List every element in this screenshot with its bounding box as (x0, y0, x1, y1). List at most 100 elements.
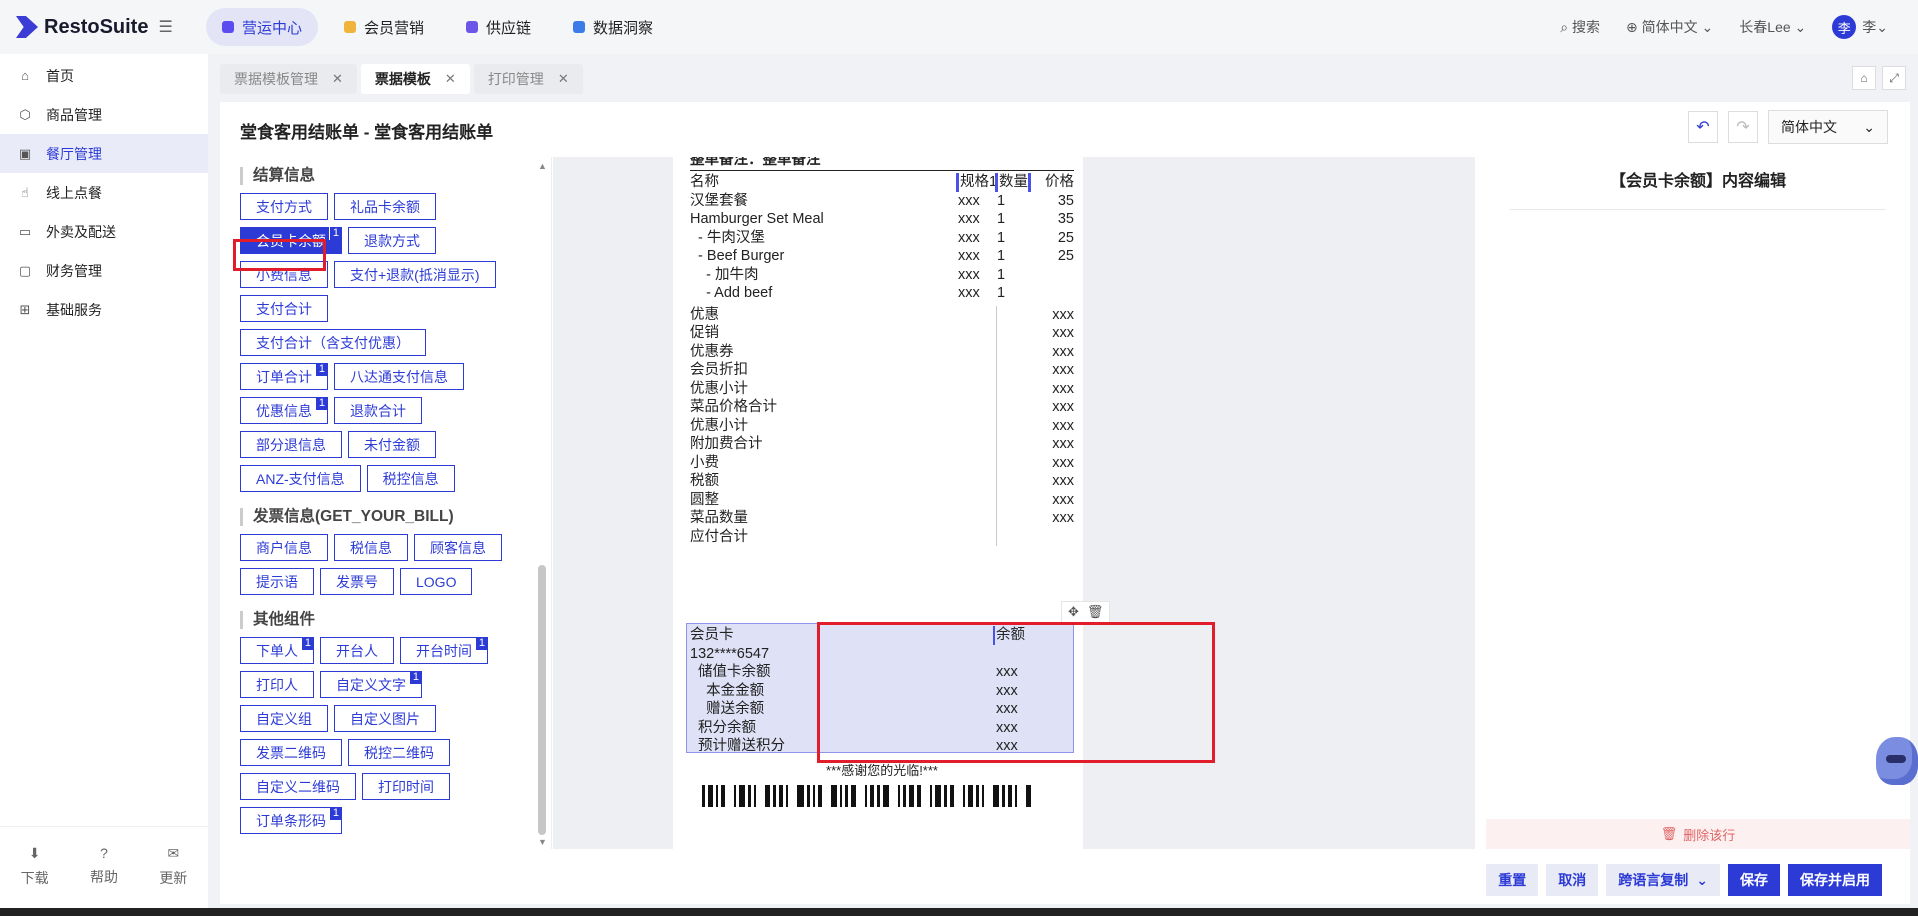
delete-row-button[interactable]: 🗑 删除该行 (1486, 819, 1910, 849)
scroll-up-icon[interactable]: ▲ (538, 161, 547, 171)
topnav-item-0[interactable]: 营运中心 (206, 8, 319, 46)
component-button[interactable]: 订单条形码 1 (240, 807, 342, 834)
sidebar-item-0[interactable]: ⌂ 首页 (0, 56, 208, 95)
component-button[interactable]: 税控二维码 (348, 739, 450, 766)
summary-row[interactable]: 菜品价格合计 xxx (690, 398, 1074, 417)
sidebar-item-6[interactable]: ⊞ 基础服务 (0, 290, 208, 329)
sidebar-item-5[interactable]: ▢ 财务管理 (0, 251, 208, 290)
close-icon[interactable]: ✕ (558, 71, 569, 87)
component-button[interactable]: 打印人 (240, 671, 314, 698)
receipt-table-header[interactable]: 名称 规格1 数量 价格 (690, 173, 1074, 192)
component-button[interactable]: 支付方式 (240, 193, 328, 220)
close-icon[interactable]: ✕ (445, 71, 456, 87)
close-icon[interactable]: ✕ (332, 71, 343, 87)
logo-icon (16, 16, 38, 38)
summary-row[interactable]: 优惠券 xxx (690, 343, 1074, 362)
assistant-mascot-icon[interactable] (1876, 737, 1918, 785)
receipt-item-row[interactable]: Hamburger Set Meal xxx 1 35 (690, 210, 1074, 229)
summary-row[interactable]: 小费 xxx (690, 454, 1074, 473)
redo-button[interactable]: ↷ (1728, 111, 1758, 143)
component-button[interactable]: 部分退信息 (240, 431, 342, 458)
cancel-button[interactable]: 取消 (1546, 864, 1599, 896)
component-button[interactable]: LOGO (400, 568, 473, 595)
component-button[interactable]: ANZ-支付信息 (240, 465, 361, 492)
summary-row[interactable]: 优惠小计 xxx (690, 417, 1074, 436)
component-button[interactable]: 开台人 (320, 637, 394, 664)
component-button[interactable]: 退款合计 (334, 397, 422, 424)
receipt-item-row[interactable]: - 牛肉汉堡 xxx 1 25 (690, 229, 1074, 248)
receipt-item-row[interactable]: - Add beef xxx 1 (690, 284, 1074, 303)
sidebar-item-4[interactable]: ▭ 外卖及配送 (0, 212, 208, 251)
component-button[interactable]: 八达通支付信息 (334, 363, 464, 390)
search-button[interactable]: ⌕ 搜索 (1560, 17, 1600, 37)
tab-2[interactable]: 打印管理 ✕ (473, 64, 583, 94)
topnav-item-2[interactable]: 供应链 (450, 8, 547, 46)
component-button[interactable]: 自定义二维码 (240, 773, 356, 800)
sidebar-item-2[interactable]: ▣ 餐厅管理 (0, 134, 208, 173)
user-menu[interactable]: 李李 ⌄ (1832, 15, 1888, 39)
home-icon[interactable]: ⌂ (1852, 66, 1876, 90)
component-button[interactable]: 退款方式 (348, 227, 436, 254)
component-button[interactable]: 支付+退款(抵消显示) (334, 261, 496, 288)
component-button[interactable]: 自定义文字 1 (320, 671, 422, 698)
summary-row[interactable]: 会员折扣 xxx (690, 361, 1074, 380)
component-button[interactable]: 自定义图片 (334, 705, 436, 732)
scroll-down-icon[interactable]: ▼ (538, 837, 547, 847)
summary-row[interactable]: 圆整 xxx (690, 491, 1074, 510)
sidebar-item-1[interactable]: ⬡ 商品管理 (0, 95, 208, 134)
store-switch[interactable]: 长春Lee ⌄ (1739, 17, 1806, 37)
cross-language-copy-button[interactable]: 跨语言复制 ⌄ (1606, 864, 1720, 896)
reset-button[interactable]: 重置 (1486, 864, 1539, 896)
left-scrollbar[interactable]: ▲ ▼ (538, 161, 547, 847)
component-button[interactable]: 顾客信息 (414, 534, 502, 561)
scroll-thumb[interactable] (538, 565, 546, 835)
component-button[interactable]: 提示语 (240, 568, 314, 595)
component-button[interactable]: 支付合计（含支付优惠） (240, 329, 426, 356)
component-button[interactable]: 发票二维码 (240, 739, 342, 766)
summary-row[interactable]: 促销 xxx (690, 324, 1074, 343)
collapse-menu-icon[interactable]: ☰ (158, 17, 172, 37)
trash-icon[interactable]: 🗑 (1087, 604, 1104, 620)
receipt-preview: 整单备注：整单备注 名称 规格1 数量 价格 汉堡套餐 xxx 1 35 Hamburg… (553, 157, 1475, 849)
receipt-item-row[interactable]: - 加牛肉 xxx 1 (690, 266, 1074, 285)
brand[interactable]: RestoSuite ☰ (16, 16, 206, 39)
language-select[interactable]: 简体中文 ⌄ (1768, 110, 1888, 144)
component-button[interactable]: 未付金额 (348, 431, 436, 458)
language-switch[interactable]: ⊕ 简体中文 ⌄ (1626, 17, 1713, 37)
fullscreen-icon[interactable]: ⤢ (1882, 66, 1906, 90)
move-icon[interactable]: ✥ (1068, 604, 1079, 620)
summary-row[interactable]: 优惠小计 xxx (690, 380, 1074, 399)
component-button[interactable]: 商户信息 (240, 534, 328, 561)
component-button[interactable]: 优惠信息 1 (240, 397, 328, 424)
summary-row[interactable]: 优惠 xxx (690, 306, 1074, 325)
receipt-item-row[interactable]: - Beef Burger xxx 1 25 (690, 247, 1074, 266)
sidebar-item-3[interactable]: ☝ 线上点餐 (0, 173, 208, 212)
sidebar-footer-1[interactable]: ? 帮助 (90, 845, 118, 894)
receipt-remark[interactable]: 整单备注：整单备注 (690, 157, 1074, 171)
component-button[interactable]: 支付合计 (240, 295, 328, 322)
sidebar-footer-2[interactable]: ✉ 更新 (159, 845, 187, 894)
tab-0[interactable]: 票据模板管理 ✕ (220, 64, 357, 94)
component-button[interactable]: 打印时间 (362, 773, 450, 800)
topnav-item-3[interactable]: 数据洞察 (557, 8, 669, 46)
component-button[interactable]: 税控信息 (366, 465, 455, 492)
tab-1[interactable]: 票据模板 ✕ (360, 64, 470, 94)
save-and-enable-button[interactable]: 保存并启用 (1788, 864, 1882, 896)
component-button[interactable]: 发票号 (320, 568, 394, 595)
summary-row[interactable]: 税额 xxx (690, 472, 1074, 491)
receipt-item-row[interactable]: 汉堡套餐 xxx 1 35 (690, 192, 1074, 211)
sidebar-footer-0[interactable]: ⬇ 下载 (21, 845, 49, 894)
component-button[interactable]: 下单人 1 (240, 637, 314, 664)
component-button[interactable]: 税信息 (334, 534, 408, 561)
summary-row[interactable]: 附加费合计 xxx (690, 435, 1074, 454)
item-spec: xxx (958, 229, 980, 246)
save-button[interactable]: 保存 (1728, 864, 1780, 896)
component-button[interactable]: 礼品卡余额 (334, 193, 436, 220)
topnav-item-1[interactable]: 会员营销 (328, 8, 440, 46)
summary-row[interactable]: 应付合计 (690, 528, 1074, 547)
component-button[interactable]: 自定义组 (240, 705, 328, 732)
summary-row[interactable]: 菜品数量 xxx (690, 509, 1074, 528)
component-button[interactable]: 订单合计 1 (240, 363, 328, 390)
component-button[interactable]: 开台时间 1 (400, 637, 488, 664)
undo-button[interactable]: ↶ (1688, 111, 1718, 143)
